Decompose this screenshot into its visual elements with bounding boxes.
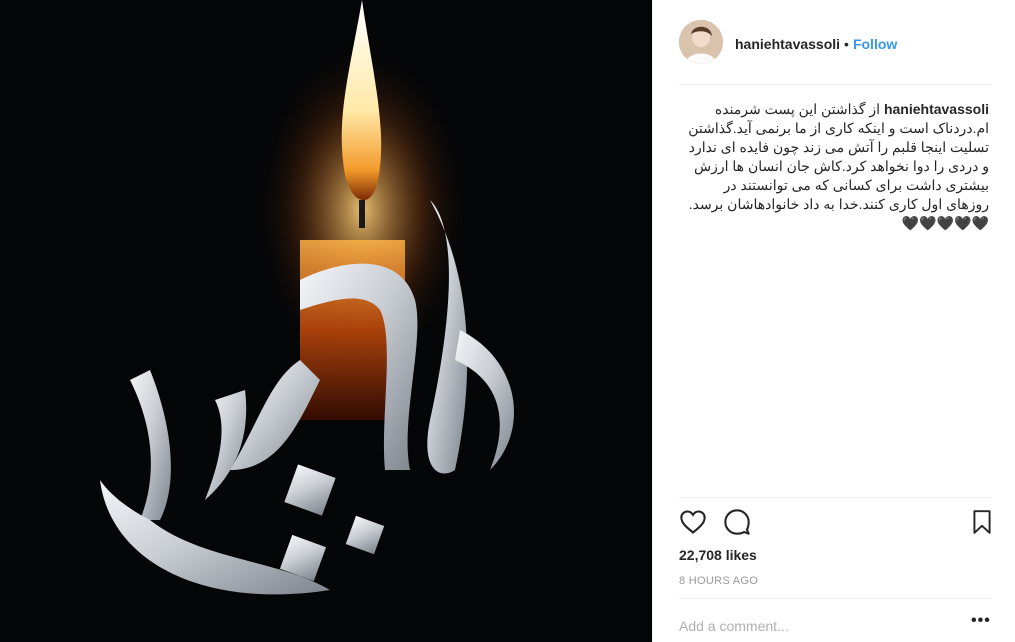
separator-dot: • [844,36,849,52]
post-sidebar: haniehtavassoli • Follow haniehtavassoli ا… [652,0,1015,642]
more-options-button[interactable]: ••• [971,612,991,630]
post-image [0,0,652,642]
user-row: haniehtavassoli • Follow [735,36,897,52]
post-header: haniehtavassoli • Follow [679,18,992,85]
divider [679,598,992,599]
avatar[interactable] [679,20,723,64]
follow-button[interactable]: Follow [853,36,897,52]
divider [679,497,992,498]
caption-text: از گذاشتن این پست شرمنده ام.دردناک است و… [688,101,989,231]
bookmark-icon[interactable] [969,508,999,538]
post-time[interactable]: 8 HOURS AGO [679,575,758,587]
comment-icon[interactable] [723,508,753,538]
heart-icon[interactable] [679,508,709,538]
caption: haniehtavassoli از گذاشتن این پست شرمنده… [679,100,989,233]
action-bar [679,508,992,540]
likes-count[interactable]: 22,708 likes [679,547,757,563]
candle-calligraphy-illustration [0,0,652,642]
avatar-image [679,20,723,64]
comment-input[interactable] [679,614,939,638]
caption-username[interactable]: haniehtavassoli [884,101,989,117]
username-link[interactable]: haniehtavassoli [735,36,840,52]
